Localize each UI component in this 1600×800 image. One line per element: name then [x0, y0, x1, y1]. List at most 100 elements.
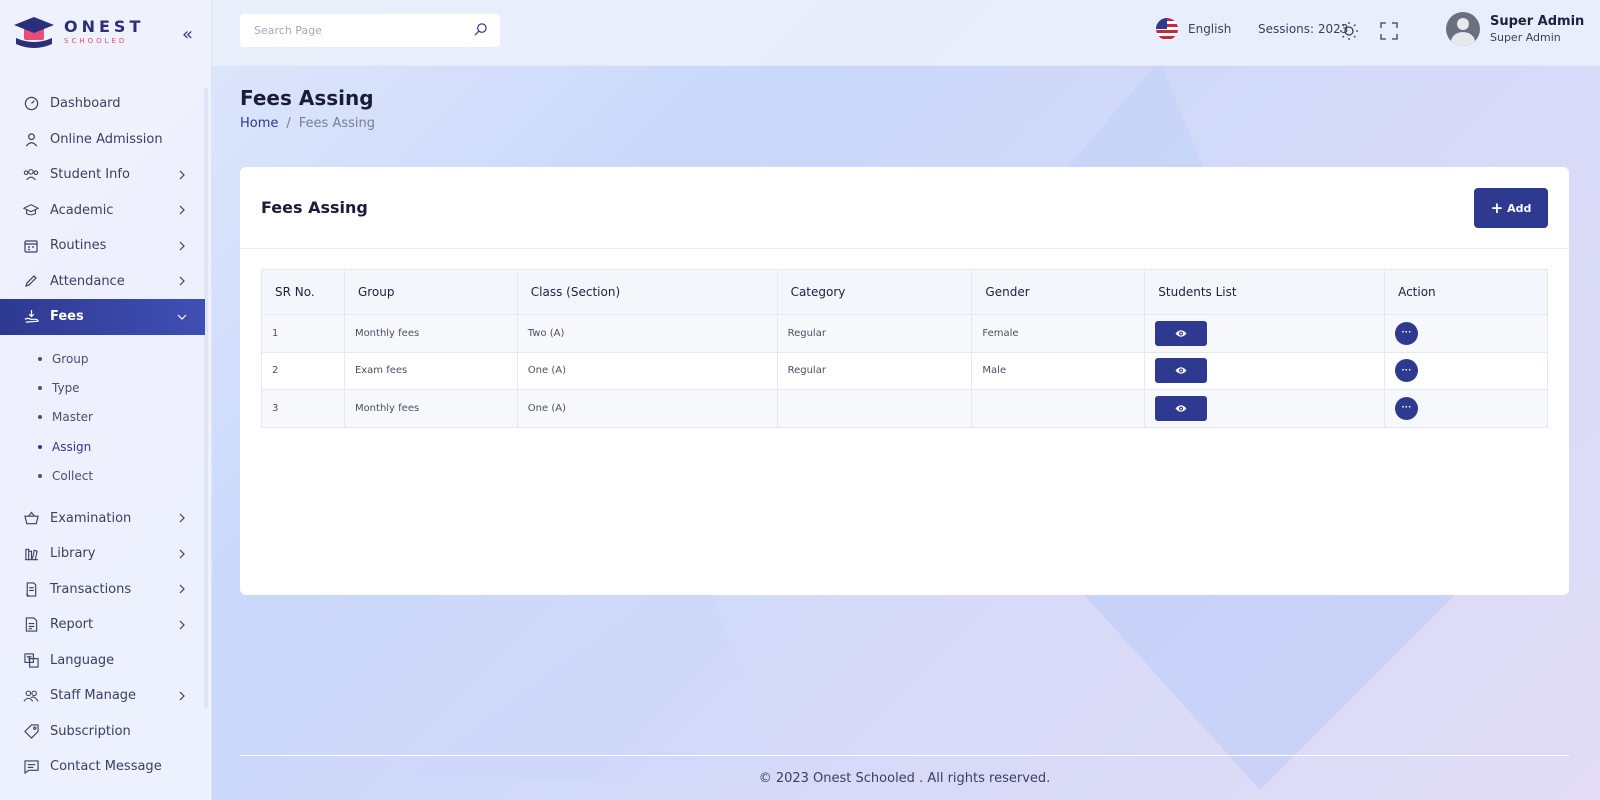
- sidebar-item-routines[interactable]: Routines: [0, 228, 205, 264]
- submenu-label: Master: [52, 410, 93, 425]
- column-header-action[interactable]: Action: [1384, 269, 1548, 315]
- sidebar-item-fees[interactable]: Fees: [0, 299, 205, 335]
- pen-icon: [22, 272, 40, 290]
- session-label[interactable]: Sessions: 2023: [1258, 22, 1348, 36]
- sidebar-item-label: Fees: [50, 309, 84, 325]
- action-menu-button[interactable]: ···: [1395, 359, 1419, 383]
- sidebar-item-label: Academic: [50, 202, 114, 218]
- breadcrumb: Home / Fees Assing: [240, 116, 375, 131]
- sidebar-item-academic[interactable]: Academic: [0, 193, 205, 229]
- chevron-right-icon: [179, 170, 185, 180]
- sun-theme-icon[interactable]: [1338, 20, 1360, 42]
- sidebar: ONEST SCHOOLED « Dashboard Online Admiss…: [0, 0, 212, 800]
- sidebar-item-label: Subscription: [50, 723, 131, 739]
- chevron-right-icon: [179, 205, 185, 215]
- cell-group: Exam fees: [343, 351, 518, 390]
- cell-class: One (A): [516, 389, 778, 428]
- message-icon: [22, 758, 40, 776]
- sidebar-item-student-info[interactable]: Student Info: [0, 157, 205, 193]
- submenu-label: Group: [52, 352, 89, 367]
- language-selector[interactable]: English: [1156, 18, 1231, 40]
- eye-icon: [1175, 405, 1187, 412]
- view-students-button[interactable]: [1155, 320, 1208, 346]
- chevron-right-icon: [179, 241, 185, 251]
- card-header: Fees Assing + Add: [240, 167, 1569, 249]
- action-menu-button[interactable]: ···: [1395, 396, 1419, 420]
- table-header-row: SR No. Group Class (Section) Category Ge…: [261, 269, 1548, 315]
- search-input[interactable]: [240, 24, 460, 37]
- sidebar-item-label: Routines: [50, 238, 107, 254]
- user-name: Super Admin: [1490, 14, 1585, 29]
- submenu-label: Collect: [52, 468, 94, 483]
- sidebar-item-label: Library: [50, 546, 96, 562]
- sidebar-item-label: Student Info: [50, 167, 130, 183]
- sidebar-item-attendance[interactable]: Attendance: [0, 264, 205, 300]
- sidebar-item-library[interactable]: Library: [0, 536, 205, 572]
- chevron-right-icon: [179, 276, 185, 286]
- breadcrumb-home-link[interactable]: Home: [240, 116, 278, 131]
- sidebar-item-staff-manage[interactable]: Staff Manage: [0, 678, 205, 714]
- cell-category: Regular: [776, 351, 973, 390]
- sidebar-item-report[interactable]: Report: [0, 607, 205, 643]
- eye-icon: [1175, 367, 1187, 374]
- submenu-item-type[interactable]: Type: [0, 374, 205, 403]
- column-header-gender[interactable]: Gender: [971, 269, 1146, 315]
- breadcrumb-separator: /: [286, 116, 291, 131]
- topbar: English Sessions: 2023 Super Admin Super…: [212, 0, 1600, 66]
- users-icon: [22, 687, 40, 705]
- user-profile[interactable]: Super Admin Super Admin: [1446, 12, 1584, 46]
- add-button[interactable]: + Add: [1474, 188, 1548, 228]
- sidebar-item-contact-message[interactable]: Contact Message: [0, 749, 205, 785]
- chevron-right-icon: [179, 549, 185, 559]
- cell-gender: Male: [971, 351, 1146, 390]
- submenu-item-master[interactable]: Master: [0, 403, 205, 432]
- fees-assign-card: Fees Assing + Add SR No. Group Class (Se…: [240, 167, 1569, 595]
- add-button-label: Add: [1507, 201, 1532, 215]
- hand-money-icon: [22, 308, 40, 326]
- submenu-item-assign[interactable]: Assign: [0, 432, 205, 461]
- us-flag-icon: [1156, 18, 1178, 40]
- collapse-sidebar-icon[interactable]: «: [182, 24, 193, 45]
- page-title: Fees Assing: [240, 86, 374, 110]
- submenu-label: Type: [52, 381, 80, 396]
- sidebar-item-language[interactable]: Language: [0, 642, 205, 678]
- submenu-item-group[interactable]: Group: [0, 345, 205, 374]
- tag-icon: [22, 722, 40, 740]
- students-icon: [22, 166, 40, 184]
- cell-class: One (A): [516, 351, 778, 390]
- column-header-students-list[interactable]: Students List: [1144, 269, 1386, 315]
- graduation-cap-logo-icon: [14, 17, 54, 48]
- copyright-text: © 2023 Onest Schooled . All rights reser…: [758, 770, 1051, 786]
- ledger-icon: [22, 580, 40, 598]
- sidebar-item-examination[interactable]: Examination: [0, 500, 205, 536]
- document-icon: [22, 616, 40, 634]
- sidebar-item-transactions[interactable]: Transactions: [0, 571, 205, 607]
- fees-submenu: Group Type Master Assign Collect: [0, 335, 205, 501]
- sidebar-item-label: Report: [50, 617, 94, 633]
- column-header-class[interactable]: Class (Section): [516, 269, 778, 315]
- fullscreen-icon[interactable]: [1378, 20, 1400, 42]
- search-icon[interactable]: [473, 22, 488, 37]
- user-icon: [22, 130, 40, 148]
- brand-logo[interactable]: ONEST SCHOOLED: [12, 14, 144, 50]
- view-students-button[interactable]: [1155, 395, 1208, 421]
- column-header-category[interactable]: Category: [776, 269, 973, 315]
- cell-group: Monthly fees: [343, 389, 518, 428]
- bullet-icon: [38, 386, 42, 391]
- more-dots-icon: ···: [1401, 364, 1412, 376]
- sidebar-item-label: Contact Message: [50, 759, 162, 775]
- submenu-item-collect[interactable]: Collect: [0, 461, 205, 490]
- sidebar-item-online-admission[interactable]: Online Admission: [0, 122, 205, 158]
- sidebar-item-label: Examination: [50, 510, 132, 526]
- sidebar-item-label: Online Admission: [50, 131, 163, 147]
- column-header-group[interactable]: Group: [343, 269, 518, 315]
- cell-category: [776, 389, 973, 428]
- eye-icon: [1175, 330, 1187, 337]
- column-header-sr[interactable]: SR No.: [261, 269, 345, 315]
- view-students-button[interactable]: [1155, 358, 1208, 384]
- sidebar-item-dashboard[interactable]: Dashboard: [0, 86, 205, 122]
- sidebar-item-subscription[interactable]: Subscription: [0, 713, 205, 749]
- dashboard-icon: [22, 95, 40, 113]
- action-menu-button[interactable]: ···: [1395, 321, 1419, 345]
- sidebar-item-label: Dashboard: [50, 96, 121, 112]
